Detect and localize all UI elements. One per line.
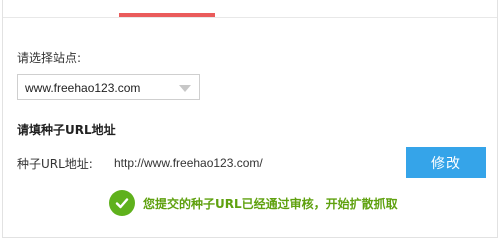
status-message: 您提交的种子URL已经通过审核，开始扩散抓取 <box>109 190 398 216</box>
seed-url-section-title: 请填种子URL地址 <box>17 123 116 137</box>
site-select-label: 请选择站点: <box>17 51 82 65</box>
chevron-down-icon[interactable] <box>179 85 191 92</box>
site-select-value: www.freehao123.com <box>25 81 141 95</box>
modify-button[interactable]: 修改 <box>406 147 486 178</box>
site-select[interactable]: www.freehao123.com <box>17 74 200 100</box>
check-circle-icon <box>109 190 135 216</box>
status-text: 您提交的种子URL已经通过审核，开始扩散抓取 <box>143 196 398 211</box>
tab-bar <box>3 0 497 18</box>
seed-url-panel: 请选择站点: www.freehao123.com 请填种子URL地址 种子UR… <box>2 0 498 238</box>
seed-url-value: http://www.freehao123.com/ <box>114 156 263 170</box>
seed-url-label: 种子URL地址: <box>17 157 93 171</box>
active-tab-indicator <box>119 13 215 17</box>
